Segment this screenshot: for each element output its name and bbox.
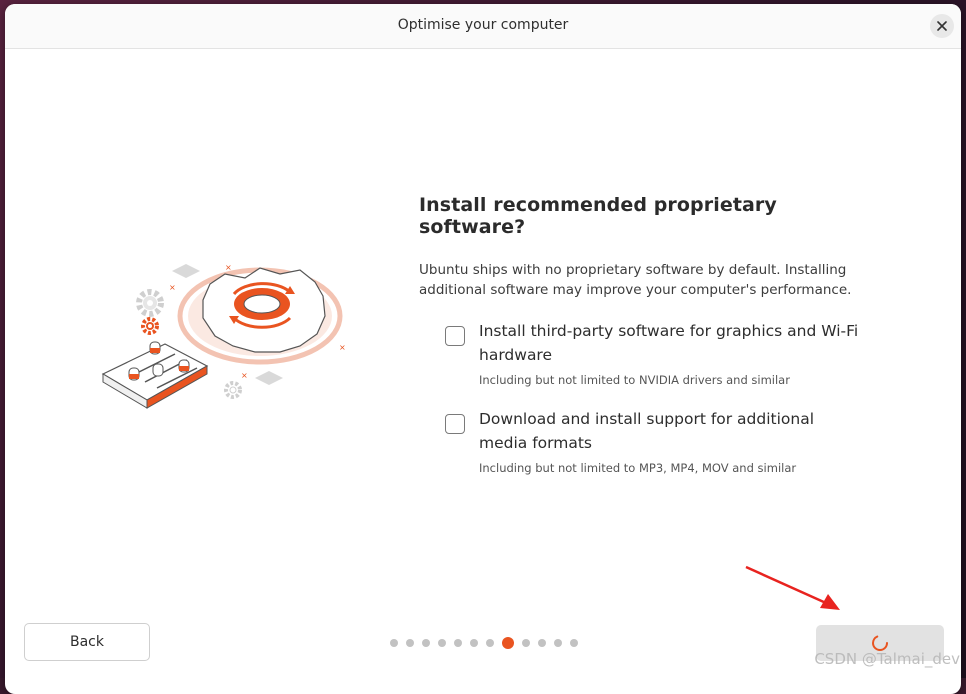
page-description: Ubuntu ships with no proprietary softwar… bbox=[419, 262, 852, 298]
close-icon bbox=[937, 21, 947, 31]
small-orange-gear-icon bbox=[141, 317, 159, 335]
back-button[interactable]: Back bbox=[24, 623, 150, 661]
page-dot-active bbox=[502, 637, 514, 649]
small-gear-icon bbox=[136, 289, 164, 317]
close-button[interactable] bbox=[930, 14, 954, 38]
page-dot bbox=[554, 639, 562, 647]
page-dot bbox=[390, 639, 398, 647]
page-dot bbox=[406, 639, 414, 647]
dialog-header: Optimise your computer bbox=[5, 4, 961, 49]
dialog-title: Optimise your computer bbox=[397, 17, 569, 33]
watermark-text: CSDN @Talmai_dev bbox=[814, 650, 960, 668]
page-dot bbox=[454, 639, 462, 647]
slider-panel-icon bbox=[101, 341, 209, 409]
graphics-wifi-checkbox[interactable] bbox=[445, 326, 465, 346]
option-sublabel: Including but not limited to NVIDIA driv… bbox=[479, 373, 790, 387]
page-dot bbox=[422, 639, 430, 647]
option-sublabel: Including but not limited to MP3, MP4, M… bbox=[479, 461, 797, 475]
page-indicator bbox=[390, 637, 586, 649]
page-dot bbox=[522, 639, 530, 647]
media-formats-checkbox[interactable] bbox=[445, 414, 465, 434]
page-dot bbox=[538, 639, 546, 647]
content-area: Install recommended proprietary software… bbox=[419, 194, 859, 300]
page-dot bbox=[570, 639, 578, 647]
decor-diamond-icon bbox=[172, 264, 200, 278]
big-gear-icon bbox=[202, 267, 326, 353]
svg-text:×: × bbox=[169, 283, 176, 292]
installer-dialog: Optimise your computer × × × × Install r… bbox=[5, 4, 961, 694]
gear-settings-illustration: × × × × bbox=[101, 263, 346, 409]
svg-text:×: × bbox=[241, 371, 248, 380]
page-heading: Install recommended proprietary software… bbox=[419, 194, 777, 238]
decor-diamond-icon bbox=[255, 371, 283, 385]
svg-text:×: × bbox=[339, 343, 346, 352]
page-dot bbox=[438, 639, 446, 647]
option-label[interactable]: Install third-party software for graphic… bbox=[479, 319, 859, 367]
small-gear-icon bbox=[224, 381, 242, 399]
page-dot bbox=[486, 639, 494, 647]
page-dot bbox=[470, 639, 478, 647]
option-label[interactable]: Download and install support for additio… bbox=[479, 407, 859, 455]
